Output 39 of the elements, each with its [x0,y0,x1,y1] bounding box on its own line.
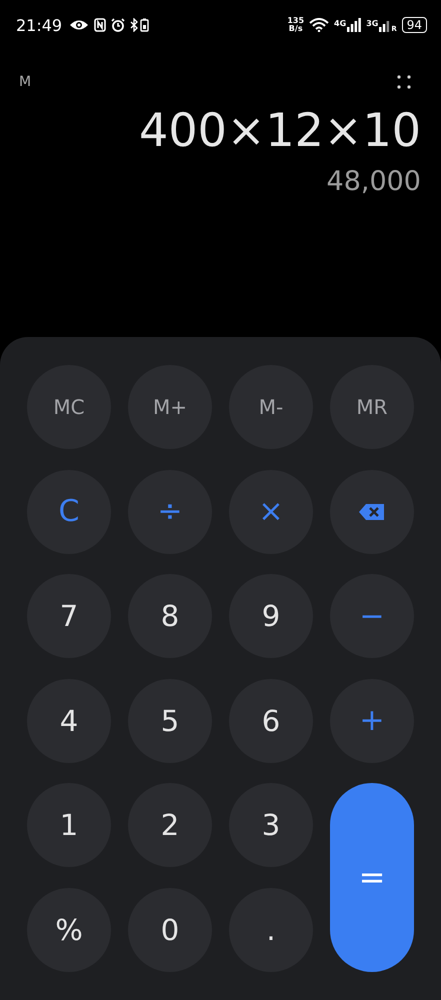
status-time: 21:49 [16,16,62,34]
battery-indicator: 94 [402,17,427,33]
operator-key[interactable]: ÷ [128,470,212,554]
memory-key[interactable]: MR [330,365,414,449]
digit-key[interactable]: 9 [229,574,313,658]
eye-icon [69,19,90,31]
network-type: 3G [366,19,378,28]
memory-key[interactable]: M+ [128,365,212,449]
digit-key[interactable]: 6 [229,678,313,762]
equals-key[interactable]: = [330,783,414,972]
digit-key[interactable]: 5 [128,678,212,762]
signal-icon [347,18,362,32]
wifi-icon [309,18,330,32]
digit-key[interactable]: 7 [27,574,111,658]
digit-key[interactable]: . [229,888,313,972]
digit-key[interactable]: 8 [128,574,212,658]
operator-key[interactable]: C [27,470,111,554]
expression-display: 400×12×10 [139,102,421,159]
operator-key[interactable]: × [229,470,313,554]
memory-key[interactable]: MC [27,365,111,449]
network-speed: 135 B/s [287,17,304,33]
digit-key[interactable]: 0 [128,888,212,972]
digit-key[interactable]: 4 [27,678,111,762]
bluetooth-battery-icon [130,18,150,32]
digit-key[interactable]: 1 [27,783,111,867]
digit-key[interactable]: % [27,888,111,972]
operator-key[interactable]: − [330,574,414,658]
more-icon[interactable] [396,74,412,90]
memory-indicator: M [19,74,32,90]
operator-key[interactable]: + [330,678,414,762]
alarm-icon [111,18,126,32]
digit-key[interactable]: 2 [128,783,212,867]
backspace-icon [357,502,387,522]
digit-key[interactable]: 3 [229,783,313,867]
signal-icon [379,18,390,32]
network-type: 4G [334,19,346,28]
result-display: 48,000 [326,165,421,199]
memory-key[interactable]: M- [229,365,313,449]
nfc-icon [94,18,106,32]
